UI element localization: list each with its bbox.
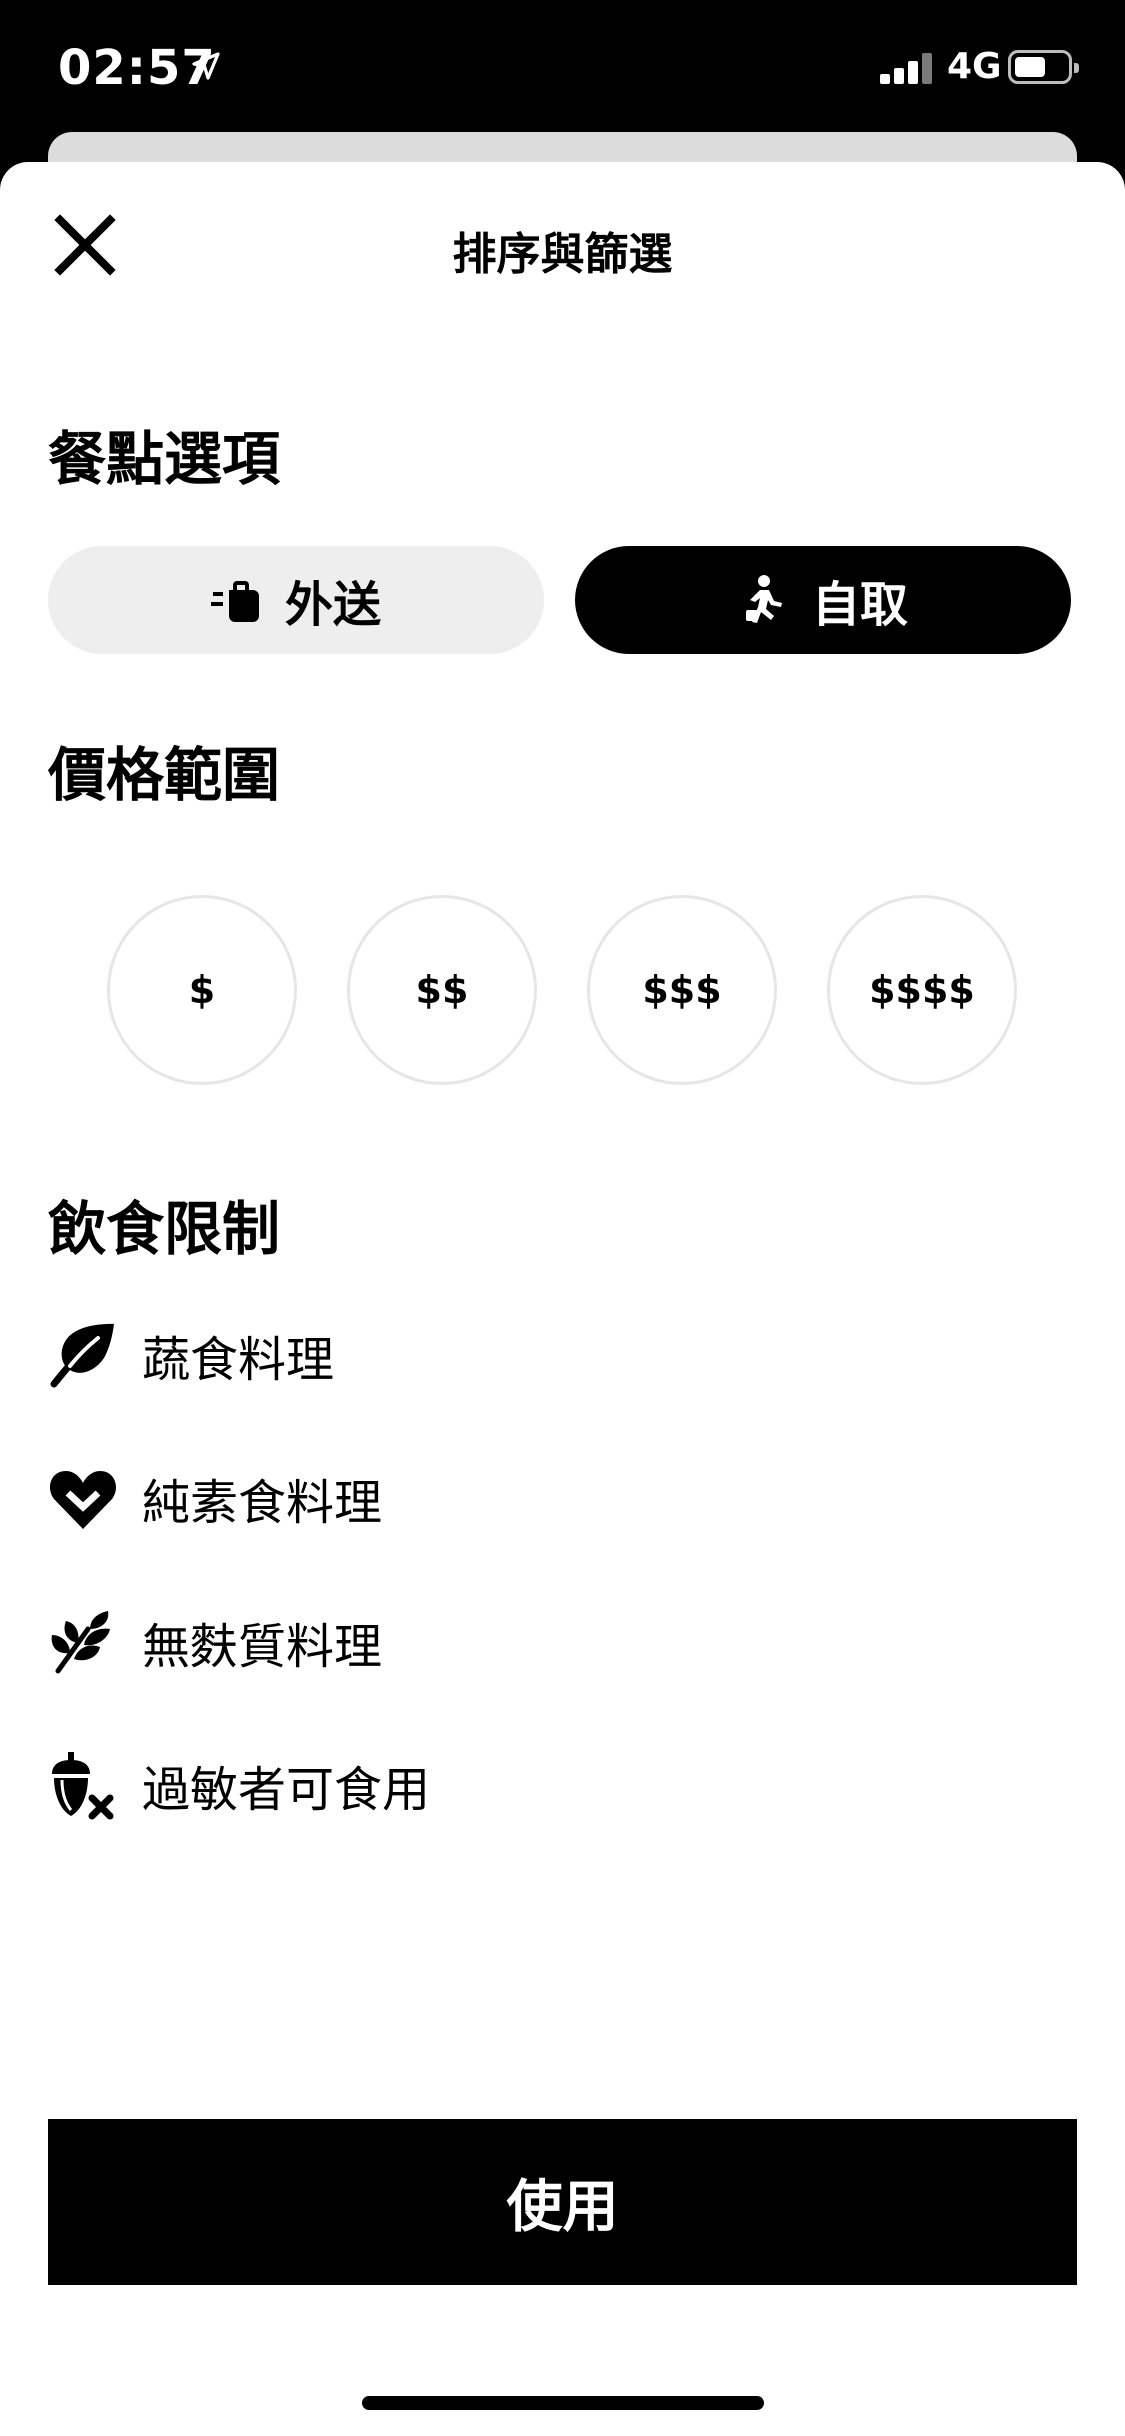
network-type: 4G xyxy=(947,46,1002,87)
pickup-option-button[interactable]: 自取 xyxy=(575,546,1071,654)
price-option-1[interactable]: $ xyxy=(107,895,297,1085)
delivery-option-label: 外送 xyxy=(284,577,381,633)
dietary-label-allergy-friendly: 過敏者可食用 xyxy=(142,1762,431,1818)
delivery-bag-icon xyxy=(210,581,259,622)
dietary-title: 飲食限制 xyxy=(48,1195,281,1263)
price-option-4[interactable]: $$$$ xyxy=(827,895,1017,1085)
apply-button[interactable]: 使用 xyxy=(48,2119,1077,2285)
dietary-label-vegan: 純素食料理 xyxy=(142,1475,383,1531)
price-option-3[interactable]: $$$ xyxy=(587,895,777,1085)
dietary-item-gluten-free[interactable]: 無麩質料理 xyxy=(48,1602,1048,1682)
delivery-option-button[interactable]: 外送 xyxy=(48,546,544,654)
filter-sheet xyxy=(0,162,1125,2436)
dietary-item-vegan[interactable]: 純素食料理 xyxy=(48,1458,1048,1538)
pickup-option-label: 自取 xyxy=(811,577,908,633)
dietary-item-vegetarian[interactable]: 蔬食料理 xyxy=(48,1315,1048,1395)
pickup-walking-icon xyxy=(745,575,782,623)
battery-icon xyxy=(1008,50,1079,84)
price-option-2[interactable]: $$ xyxy=(347,895,537,1085)
leaf-icon xyxy=(50,1323,114,1388)
home-indicator[interactable] xyxy=(362,2396,764,2410)
dietary-item-allergy-friendly[interactable]: 過敏者可食用 xyxy=(48,1745,1048,1825)
heart-check-icon xyxy=(50,1471,116,1529)
price-range-title: 價格範圍 xyxy=(48,741,281,809)
dietary-label-vegetarian: 蔬食料理 xyxy=(142,1332,335,1388)
dietary-label-gluten-free: 無麩質料理 xyxy=(142,1619,383,1675)
status-bar: 02:57 4G xyxy=(0,0,1125,140)
sheet-title: 排序與篩選 xyxy=(452,229,673,280)
signal-strength-icon xyxy=(880,52,940,84)
acorn-x-icon xyxy=(52,1752,114,1820)
location-arrow-icon xyxy=(192,52,220,80)
meal-options-title: 餐點選項 xyxy=(48,425,281,493)
wheat-leaves-icon xyxy=(51,1611,110,1674)
